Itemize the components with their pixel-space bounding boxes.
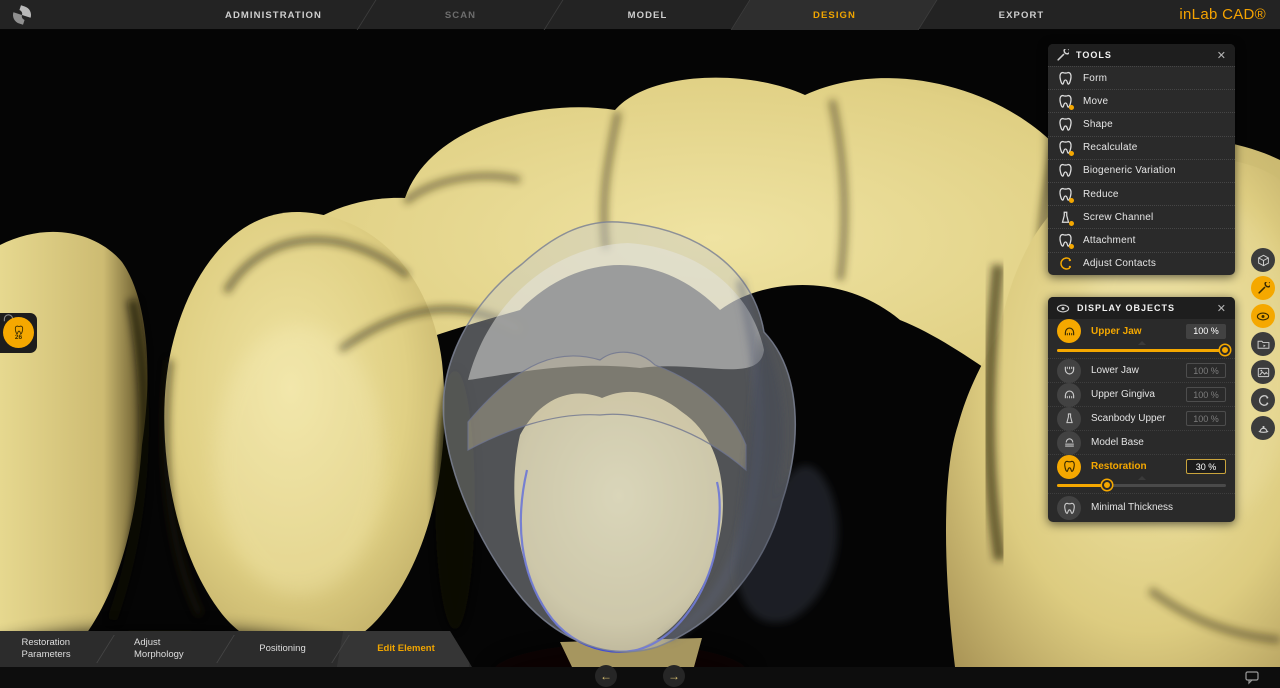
display-objects-toggle-button[interactable] — [1251, 304, 1275, 328]
contacts-analysis-button[interactable] — [1251, 388, 1275, 412]
display-item-upper-gingiva[interactable]: Upper Gingiva 100 % — [1048, 382, 1235, 406]
snapshot-button[interactable] — [1251, 360, 1275, 384]
eye-icon — [1256, 312, 1270, 321]
tool-move[interactable]: Move — [1048, 89, 1235, 112]
feedback-bubble-icon[interactable] — [1244, 669, 1260, 685]
wrench-icon — [1056, 49, 1069, 62]
bottom-strip: ← → — [0, 667, 1280, 688]
tools-panel: TOOLS ✕ Form Move Shape Recalculate Biog… — [1048, 44, 1235, 275]
display-item-scanbody-upper[interactable]: Scanbody Upper 100 % — [1048, 406, 1235, 430]
step-positioning[interactable]: Positioning — [225, 631, 340, 667]
tab-design[interactable]: DESIGN — [741, 0, 928, 30]
adjust-contacts-icon — [1058, 256, 1073, 271]
display-item-restoration[interactable]: Restoration 30 % — [1048, 454, 1235, 478]
display-panel-header: DISPLAY OBJECTS ✕ — [1048, 297, 1235, 319]
next-step-button[interactable]: → — [663, 665, 685, 687]
inlab-cad-window: ADMINISTRATION SCAN MODEL DESIGN EXPORT … — [0, 0, 1280, 688]
tool-recalculate[interactable]: Recalculate — [1048, 136, 1235, 159]
upper-gingiva-opacity-value: 100 % — [1186, 387, 1226, 402]
view-cube-button[interactable] — [1251, 248, 1275, 272]
tool-form[interactable]: Form — [1048, 66, 1235, 89]
display-item-model-base[interactable]: Model Base — [1048, 430, 1235, 454]
right-toolbar — [1251, 248, 1275, 444]
tools-close-icon[interactable]: ✕ — [1216, 49, 1227, 62]
tab-scan: SCAN — [367, 0, 554, 30]
attachment-icon — [1058, 233, 1073, 248]
view-cube-icon — [1257, 254, 1270, 267]
upper-jaw-opacity-slider[interactable] — [1048, 343, 1235, 358]
tool-biogeneric-variation[interactable]: Biogeneric Variation — [1048, 159, 1235, 182]
folder-icon — [1257, 338, 1270, 351]
step-adjust-morphology[interactable]: Adjust Morphology — [105, 631, 225, 667]
tooth-selector-tab[interactable]: 26 — [0, 313, 37, 353]
step-edit-element[interactable]: Edit Element — [340, 631, 472, 667]
eye-icon — [1056, 304, 1070, 313]
snapshot-icon — [1257, 366, 1270, 379]
design-steps-bar: Restoration Parameters Adjust Morphology… — [0, 631, 472, 667]
dentsply-sirona-logo-icon — [12, 5, 32, 25]
lower-jaw-opacity-value: 100 % — [1186, 363, 1226, 378]
reduce-icon — [1058, 187, 1073, 202]
upper-jaw-opacity-value[interactable]: 100 % — [1186, 324, 1226, 339]
display-item-minimal-thickness[interactable]: Minimal Thickness — [1048, 493, 1235, 522]
shape-tooth-icon — [1058, 117, 1073, 132]
restoration-opacity-value[interactable]: 30 % — [1186, 459, 1226, 474]
display-item-lower-jaw[interactable]: Lower Jaw 100 % — [1048, 358, 1235, 382]
app-brand: inLab CAD® — [1179, 0, 1266, 30]
slider-thumb[interactable] — [1220, 345, 1230, 355]
display-item-upper-jaw[interactable]: Upper Jaw 100 % — [1048, 319, 1235, 343]
lower-jaw-icon — [1057, 359, 1081, 383]
move-tooth-icon — [1058, 94, 1073, 109]
restoration-opacity-slider[interactable] — [1048, 478, 1235, 493]
display-panel-title: DISPLAY OBJECTS — [1077, 303, 1216, 313]
recalculate-icon — [1058, 140, 1073, 155]
minimal-thickness-icon — [1057, 496, 1081, 520]
hand-icon — [1257, 422, 1270, 435]
display-objects-panel: DISPLAY OBJECTS ✕ Upper Jaw 100 % Lower … — [1048, 297, 1235, 522]
phase-tabs: ADMINISTRATION SCAN MODEL DESIGN EXPORT — [180, 0, 1115, 30]
restoration-icon — [1057, 455, 1081, 479]
step-restoration-parameters[interactable]: Restoration Parameters — [0, 631, 105, 667]
scanbody-upper-icon — [1057, 407, 1081, 431]
tab-model[interactable]: MODEL — [554, 0, 741, 30]
tab-export[interactable]: EXPORT — [928, 0, 1115, 30]
previous-step-button[interactable]: ← — [595, 665, 617, 687]
tools-toggle-button[interactable] — [1251, 276, 1275, 300]
display-close-icon[interactable]: ✕ — [1216, 302, 1227, 315]
tooth-number-badge[interactable]: 26 — [3, 317, 34, 348]
case-folder-button[interactable] — [1251, 332, 1275, 356]
tool-adjust-contacts[interactable]: Adjust Contacts — [1048, 252, 1235, 275]
upper-gingiva-icon — [1057, 383, 1081, 407]
slider-thumb[interactable] — [1102, 480, 1112, 490]
arrow-left-icon: ← — [600, 669, 612, 683]
hand-tool-button[interactable] — [1251, 416, 1275, 440]
tool-screw-channel[interactable]: Screw Channel — [1048, 205, 1235, 228]
contacts-icon — [1257, 394, 1270, 407]
upper-jaw-icon — [1057, 319, 1081, 343]
arrow-right-icon: → — [668, 669, 680, 683]
tools-panel-header: TOOLS ✕ — [1048, 44, 1235, 66]
scanbody-upper-opacity-value: 100 % — [1186, 411, 1226, 426]
wrench-icon — [1257, 282, 1270, 295]
screw-channel-icon — [1058, 210, 1073, 225]
model-base-icon — [1057, 431, 1081, 455]
tools-panel-title: TOOLS — [1076, 50, 1216, 60]
form-tooth-icon — [1058, 71, 1073, 86]
biogeneric-variation-icon — [1058, 163, 1073, 178]
tool-reduce[interactable]: Reduce — [1048, 182, 1235, 205]
tool-attachment[interactable]: Attachment — [1048, 228, 1235, 251]
tab-administration[interactable]: ADMINISTRATION — [180, 0, 367, 30]
top-phase-bar: ADMINISTRATION SCAN MODEL DESIGN EXPORT … — [0, 0, 1280, 30]
tool-shape[interactable]: Shape — [1048, 112, 1235, 135]
